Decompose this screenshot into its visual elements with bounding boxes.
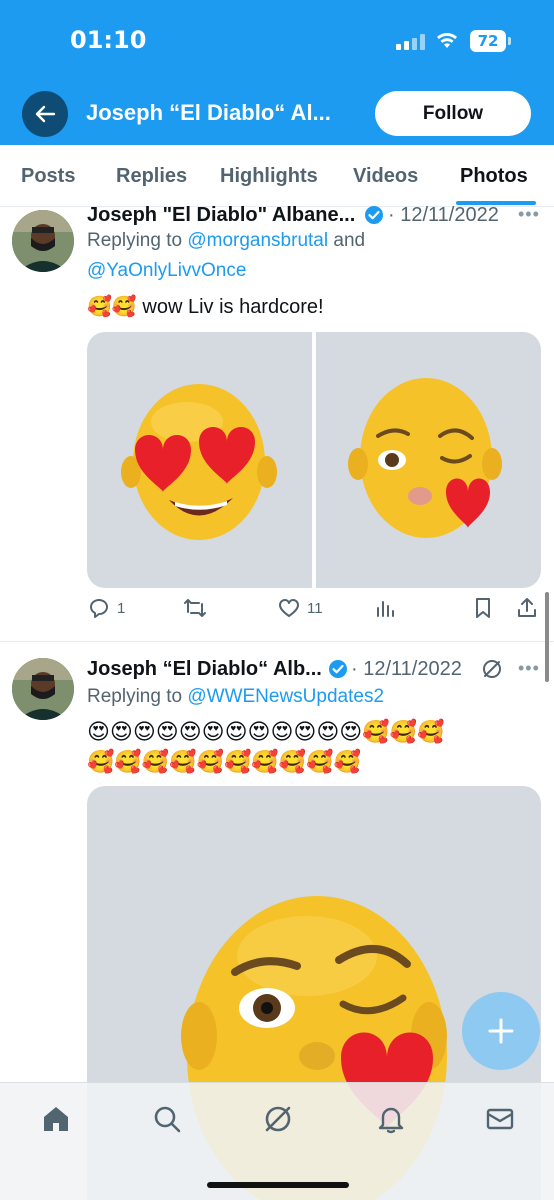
reply-count: 1 <box>117 599 126 617</box>
mention-link[interactable]: @YaOnlyLivvOnce <box>87 260 246 281</box>
status-time: 01:10 <box>70 26 147 54</box>
tweet-date: · 12/11/2022 <box>388 204 499 226</box>
memoji-wink-kiss-image[interactable] <box>316 332 541 588</box>
retweet-button[interactable] <box>183 596 207 620</box>
home-indicator <box>207 1182 349 1188</box>
cellular-signal-icon <box>396 34 426 50</box>
search-icon[interactable] <box>151 1103 183 1135</box>
like-count: 11 <box>307 599 323 617</box>
tweet-date: · 12/11/2022 <box>351 658 462 680</box>
tab-posts[interactable]: Posts <box>21 165 75 188</box>
tab-replies[interactable]: Replies <box>116 165 187 188</box>
profile-tabs: Posts Replies Highlights Videos Photos <box>0 145 554 207</box>
tweet-author-name[interactable]: Joseph “El Diablo“ Alb... <box>87 658 322 681</box>
replying-to-label: Replying to <box>87 230 183 251</box>
avatar[interactable] <box>12 210 74 272</box>
views-icon <box>377 601 394 617</box>
tweet-divider <box>0 641 554 642</box>
compose-plus-icon <box>488 1018 514 1044</box>
mention-link[interactable]: @WWENewsUpdates2 <box>187 686 384 707</box>
heart-icon <box>279 599 299 617</box>
like-button[interactable]: 11 <box>277 596 323 620</box>
memoji-heart-eyes-image[interactable] <box>87 332 312 588</box>
scrollbar[interactable] <box>545 592 549 682</box>
reply-button[interactable]: 1 <box>87 596 125 620</box>
bell-icon[interactable] <box>375 1103 407 1135</box>
mention-joiner: and <box>328 230 366 251</box>
avatar[interactable] <box>12 658 74 720</box>
tweet-emoji-line-1: 😍😍😍😍😍😍😍😍😍😍😍😍🥰🥰🥰 <box>87 719 445 744</box>
status-bar: 01:10 72 <box>0 0 554 84</box>
tweet-emoji: 🥰🥰 <box>87 296 137 318</box>
battery-indicator: 72 <box>470 30 511 52</box>
replying-to-line: Replying to @morgansbrutal and <box>87 230 365 252</box>
mail-icon[interactable] <box>484 1103 516 1135</box>
grok-icon[interactable] <box>262 1103 294 1135</box>
follow-button[interactable]: Follow <box>375 91 531 136</box>
replying-to-label: Replying to <box>87 686 183 707</box>
reply-icon <box>90 599 108 618</box>
avatar-photo <box>12 658 74 720</box>
grok-icon[interactable] <box>481 658 503 680</box>
bookmark-button[interactable] <box>471 596 495 620</box>
tweet-body: wow Liv is hardcore! <box>142 296 324 318</box>
tab-photos[interactable]: Photos <box>460 165 528 188</box>
compose-button[interactable] <box>462 992 540 1070</box>
tweet-author-name[interactable]: Joseph "El Diablo" Albane... <box>87 204 355 227</box>
back-button[interactable] <box>22 91 68 137</box>
tab-highlights[interactable]: Highlights <box>220 165 318 188</box>
profile-header-bar: 01:10 72 Joseph “El Diablo“ Al... Follow <box>0 0 554 145</box>
tweet-text: 🥰🥰 wow Liv is hardcore! <box>87 294 324 319</box>
tweet-media-grid[interactable] <box>87 332 541 588</box>
verified-badge-icon <box>365 206 383 224</box>
bookmark-icon <box>476 598 490 618</box>
tweet-actions: 1 11 <box>87 596 547 626</box>
home-icon[interactable] <box>40 1103 72 1135</box>
more-dots-icon[interactable]: ••• <box>518 204 540 225</box>
share-button[interactable] <box>515 596 539 620</box>
more-dots-icon[interactable]: ••• <box>518 658 540 679</box>
mention-link[interactable]: @morgansbrutal <box>187 230 328 251</box>
arrow-left-icon <box>35 105 56 123</box>
views-button[interactable] <box>373 596 397 620</box>
replying-to-line: Replying to @WWENewsUpdates2 <box>87 686 384 708</box>
profile-name-title: Joseph “El Diablo“ Al... <box>86 100 331 125</box>
wifi-icon <box>437 33 457 48</box>
tweet-emoji-line-2: 🥰🥰🥰🥰🥰🥰🥰🥰🥰🥰 <box>87 749 361 774</box>
verified-badge-icon <box>329 660 347 678</box>
tab-videos[interactable]: Videos <box>353 165 418 188</box>
retweet-icon <box>184 599 206 617</box>
replying-to-line-2: @YaOnlyLivvOnce <box>87 260 246 282</box>
share-icon <box>518 598 536 617</box>
avatar-photo <box>12 210 74 272</box>
